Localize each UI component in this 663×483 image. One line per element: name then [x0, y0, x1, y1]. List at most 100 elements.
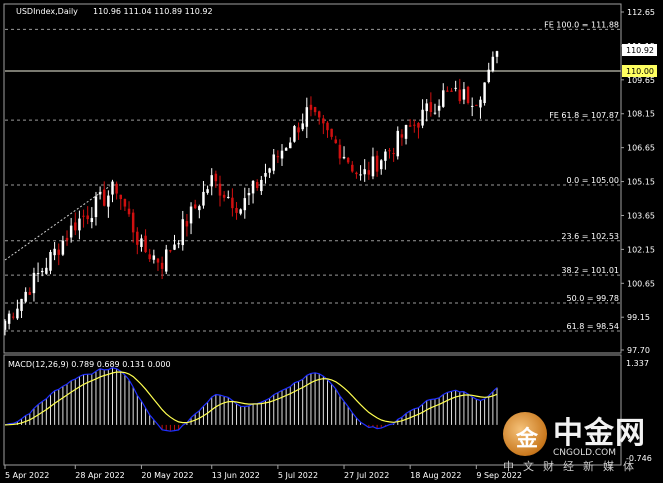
- macd-signal-line: [4, 371, 498, 426]
- candle-body: [144, 235, 147, 253]
- candle-body: [123, 198, 127, 207]
- candle-body: [107, 195, 110, 207]
- macd-label: MACD(12,26,9) 0.789 0.689 0.131 0.000: [8, 360, 171, 369]
- candle-body: [450, 90, 453, 92]
- date-tick-label: 27 Jul 2022: [344, 471, 389, 480]
- candle-body: [446, 90, 449, 92]
- candle-body: [289, 142, 292, 149]
- candle-body: [28, 292, 32, 295]
- candle-body: [479, 99, 482, 108]
- ohlc-values: 110.96 111.04 110.89 110.92: [93, 7, 213, 16]
- candle-body: [90, 218, 94, 223]
- candle-body: [227, 196, 230, 198]
- candle-body: [231, 197, 234, 209]
- candle-body: [491, 56, 495, 72]
- fib-lines: FE 100.0 = 111.88 FE 61.8 = 107.87 0.0 = 1…: [5, 20, 621, 332]
- watermark-domain: CNGOLD.COM: [553, 448, 617, 458]
- candle-body: [268, 168, 271, 173]
- candle-body: [458, 89, 462, 102]
- trend-line: [4, 185, 111, 261]
- date-axis: 5 Apr 2022 28 Apr 2022 20 May 2022 13 Jun 2…: [4, 465, 522, 480]
- candle-body: [326, 122, 329, 131]
- candle-body: [32, 272, 36, 294]
- fib-level-label: FE 100.0 = 111.88: [544, 20, 619, 29]
- price-tick-label: 112.65: [627, 8, 655, 17]
- candle-body: [251, 180, 255, 194]
- candle-body: [98, 192, 102, 195]
- candle-body: [379, 160, 383, 170]
- candle-body: [12, 316, 15, 318]
- candle-body: [413, 124, 416, 126]
- candle-body: [74, 222, 77, 231]
- candle-body: [152, 255, 156, 260]
- date-tick-label: 18 Aug 2022: [410, 471, 461, 480]
- candle-body: [36, 273, 40, 275]
- candle-body: [86, 215, 89, 220]
- price-axis: 112.65111.15109.65108.15106.65105.15103.…: [621, 8, 655, 355]
- candle-body: [239, 209, 242, 214]
- candle-body: [305, 107, 309, 127]
- candle-body: [222, 194, 226, 198]
- macd-axis-top: 1.337: [626, 359, 649, 368]
- fib-level-label: 0.0 = 105.00: [566, 176, 619, 185]
- macd-main-line: [4, 367, 498, 432]
- candle-body: [367, 170, 371, 175]
- candle-body: [276, 156, 280, 158]
- candle-body: [243, 198, 247, 211]
- candle-body: [346, 157, 350, 163]
- candle-body: [247, 193, 251, 196]
- candle-body: [417, 123, 420, 128]
- price-tick-label: 108.15: [627, 110, 655, 119]
- candle-body: [49, 251, 52, 271]
- candle-body: [127, 208, 131, 215]
- candle-body: [260, 179, 263, 192]
- candle-body: [53, 248, 56, 256]
- candle-body: [355, 172, 358, 175]
- candle-body: [169, 250, 172, 252]
- candle-body: [40, 270, 44, 273]
- candle-body: [24, 291, 27, 302]
- candle-body: [317, 111, 321, 118]
- fib-level-label: 23.6 = 102.53: [561, 232, 619, 241]
- candle-body: [177, 243, 180, 245]
- candle-body: [425, 103, 428, 112]
- candle-body: [78, 218, 81, 231]
- candle-body: [297, 127, 300, 133]
- candle-body: [193, 204, 197, 209]
- candle-body: [165, 249, 168, 272]
- candle-body: [94, 196, 98, 218]
- candle-body: [16, 308, 19, 319]
- candle-body: [301, 123, 304, 130]
- candle-body: [82, 215, 85, 217]
- candle-body: [408, 125, 412, 127]
- symbol-title: USDIndex,Daily: [16, 7, 78, 16]
- candle-body: [454, 87, 457, 89]
- candle-body: [181, 219, 185, 246]
- fib-level-label: FE 61.8 = 107.87: [549, 111, 619, 120]
- date-tick-label: 28 Apr 2022: [75, 471, 124, 480]
- date-tick-label: 5 Apr 2022: [5, 471, 49, 480]
- candle-body: [272, 154, 275, 171]
- price-tick-label: 103.65: [627, 211, 655, 220]
- candle-body: [189, 206, 193, 224]
- candle-body: [210, 175, 213, 187]
- candle-body: [334, 139, 337, 144]
- candle-body: [115, 183, 118, 194]
- candle-body: [65, 237, 69, 241]
- candle-body: [284, 148, 288, 151]
- candle-body: [280, 150, 284, 159]
- candle-body: [255, 182, 259, 189]
- candle-body: [160, 262, 164, 269]
- price-tick-label: 102.15: [627, 245, 655, 254]
- price-tick-label: 109.65: [627, 76, 655, 85]
- candle-body: [111, 181, 114, 195]
- candle-body: [264, 172, 267, 177]
- candle-body: [322, 118, 325, 124]
- candle-body: [483, 82, 486, 104]
- candle-body: [421, 109, 424, 126]
- watermark-logo-icon: 金: [503, 412, 547, 456]
- price-tick-label: 100.65: [627, 279, 655, 288]
- watermark-subtitle: 中文财经新媒体: [503, 460, 643, 473]
- fib-level-label: 50.0 = 99.78: [566, 294, 619, 303]
- candle-body: [309, 104, 313, 110]
